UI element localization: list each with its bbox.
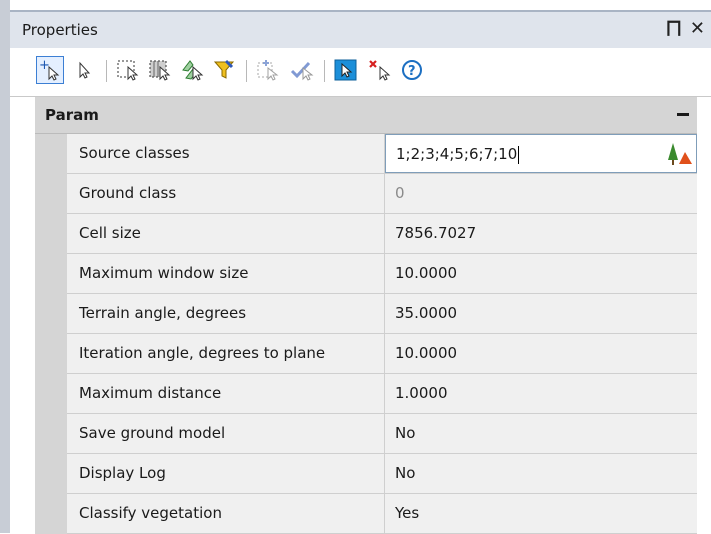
pick-classes-button[interactable] bbox=[664, 140, 694, 168]
toolbar-separator bbox=[106, 60, 107, 82]
property-value[interactable]: Yes bbox=[385, 494, 697, 533]
property-value-text: 7856.7027 bbox=[395, 224, 477, 242]
quick-select-button[interactable] bbox=[254, 56, 282, 84]
select-objects-icon bbox=[79, 61, 91, 79]
property-value[interactable]: 1.0000 bbox=[385, 374, 697, 413]
property-value-text: Yes bbox=[395, 504, 420, 522]
property-row[interactable]: Terrain angle, degrees 35.0000 bbox=[35, 294, 697, 334]
palette-right-edge bbox=[697, 97, 711, 533]
palette-title: Properties bbox=[22, 21, 98, 39]
property-value[interactable]: No bbox=[385, 454, 697, 493]
property-value-text: No bbox=[395, 464, 416, 482]
window-select-icon bbox=[117, 60, 139, 81]
property-name: Display Log bbox=[67, 454, 385, 493]
property-value-text: 1;2;3;4;5;6;7;10 bbox=[396, 145, 518, 163]
pick-mode-button[interactable] bbox=[332, 56, 360, 84]
property-value: 0 bbox=[385, 174, 697, 213]
filter-select-button[interactable] bbox=[210, 56, 238, 84]
text-caret bbox=[518, 145, 520, 164]
property-name: Save ground model bbox=[67, 414, 385, 453]
property-value[interactable]: 7856.7027 bbox=[385, 214, 697, 253]
property-name: Classify vegetation bbox=[67, 494, 385, 533]
source-classes-input[interactable]: 1;2;3;4;5;6;7;10 bbox=[385, 134, 697, 173]
row-gutter bbox=[35, 374, 67, 414]
row-gutter bbox=[35, 334, 67, 374]
property-value-text: 1.0000 bbox=[395, 384, 448, 402]
property-row[interactable]: Iteration angle, degrees to plane 10.0000 bbox=[35, 334, 697, 374]
property-name: Ground class bbox=[67, 174, 385, 213]
help-icon: ? bbox=[402, 60, 422, 80]
vegetation-icon bbox=[668, 143, 692, 165]
group-label: Param bbox=[45, 106, 99, 124]
crossing-select-icon bbox=[149, 60, 171, 81]
palette-left-border[interactable] bbox=[0, 0, 10, 533]
svg-text:+: + bbox=[39, 58, 50, 73]
property-row[interactable]: Ground class 0 bbox=[35, 174, 697, 214]
fence-select-button[interactable] bbox=[178, 56, 206, 84]
property-row[interactable]: Classify vegetation Yes bbox=[35, 494, 697, 534]
property-name: Maximum window size bbox=[67, 254, 385, 293]
row-gutter bbox=[35, 134, 67, 174]
property-value-text: 10.0000 bbox=[395, 264, 458, 282]
property-value[interactable]: 10.0000 bbox=[385, 334, 697, 373]
invert-select-button[interactable] bbox=[288, 56, 316, 84]
property-value-text: 35.0000 bbox=[395, 304, 458, 322]
property-value-text: 0 bbox=[395, 184, 405, 202]
fence-select-icon bbox=[182, 60, 204, 81]
property-name: Maximum distance bbox=[67, 374, 385, 413]
toolbar-separator bbox=[324, 60, 325, 82]
property-name: Cell size bbox=[67, 214, 385, 253]
invert-select-icon bbox=[290, 61, 314, 81]
property-value[interactable]: No bbox=[385, 414, 697, 453]
param-group-header[interactable]: Param bbox=[35, 97, 697, 134]
row-gutter bbox=[35, 214, 67, 254]
pin-icon[interactable]: ⨅ bbox=[667, 18, 681, 39]
row-gutter bbox=[35, 454, 67, 494]
row-gutter bbox=[35, 174, 67, 214]
svg-text:?: ? bbox=[408, 64, 416, 79]
selection-toolbar: + ? bbox=[10, 48, 711, 97]
row-gutter bbox=[35, 294, 67, 334]
property-row[interactable]: Source classes 1;2;3;4;5;6;7;10 bbox=[35, 134, 697, 174]
property-value[interactable]: 10.0000 bbox=[385, 254, 697, 293]
help-button[interactable]: ? bbox=[398, 56, 426, 84]
properties-palette: Properties ⨅ ✕ + ? Param Source classes … bbox=[0, 0, 711, 534]
property-row[interactable]: Save ground model No bbox=[35, 414, 697, 454]
select-objects-button[interactable] bbox=[70, 56, 98, 84]
property-name: Iteration angle, degrees to plane bbox=[67, 334, 385, 373]
window-select-button[interactable] bbox=[114, 56, 142, 84]
crossing-select-button[interactable] bbox=[146, 56, 174, 84]
property-name: Source classes bbox=[67, 134, 385, 173]
property-row[interactable]: Display Log No bbox=[35, 454, 697, 494]
property-value-text: 10.0000 bbox=[395, 344, 458, 362]
pick-mode-icon bbox=[334, 59, 357, 81]
add-to-selection-button[interactable]: + bbox=[36, 56, 64, 84]
add-to-selection-icon: + bbox=[39, 58, 60, 81]
property-value-text: No bbox=[395, 424, 416, 442]
clear-selection-icon bbox=[369, 60, 391, 81]
property-name: Terrain angle, degrees bbox=[67, 294, 385, 333]
quick-select-icon bbox=[257, 60, 279, 81]
toolbar-separator bbox=[246, 60, 247, 82]
property-row[interactable]: Cell size 7856.7027 bbox=[35, 214, 697, 254]
clear-selection-button[interactable] bbox=[366, 56, 394, 84]
filter-select-icon bbox=[213, 59, 235, 79]
property-row[interactable]: Maximum window size 10.0000 bbox=[35, 254, 697, 294]
property-value[interactable]: 35.0000 bbox=[385, 294, 697, 333]
row-gutter bbox=[35, 494, 67, 534]
property-row[interactable]: Maximum distance 1.0000 bbox=[35, 374, 697, 414]
palette-titlebar[interactable]: Properties ⨅ ✕ bbox=[10, 10, 711, 48]
collapse-icon[interactable] bbox=[677, 113, 689, 116]
property-grid: Param Source classes 1;2;3;4;5;6;7;10 Grou… bbox=[35, 97, 697, 534]
close-icon[interactable]: ✕ bbox=[690, 18, 705, 39]
row-gutter bbox=[35, 414, 67, 454]
row-gutter bbox=[35, 254, 67, 294]
